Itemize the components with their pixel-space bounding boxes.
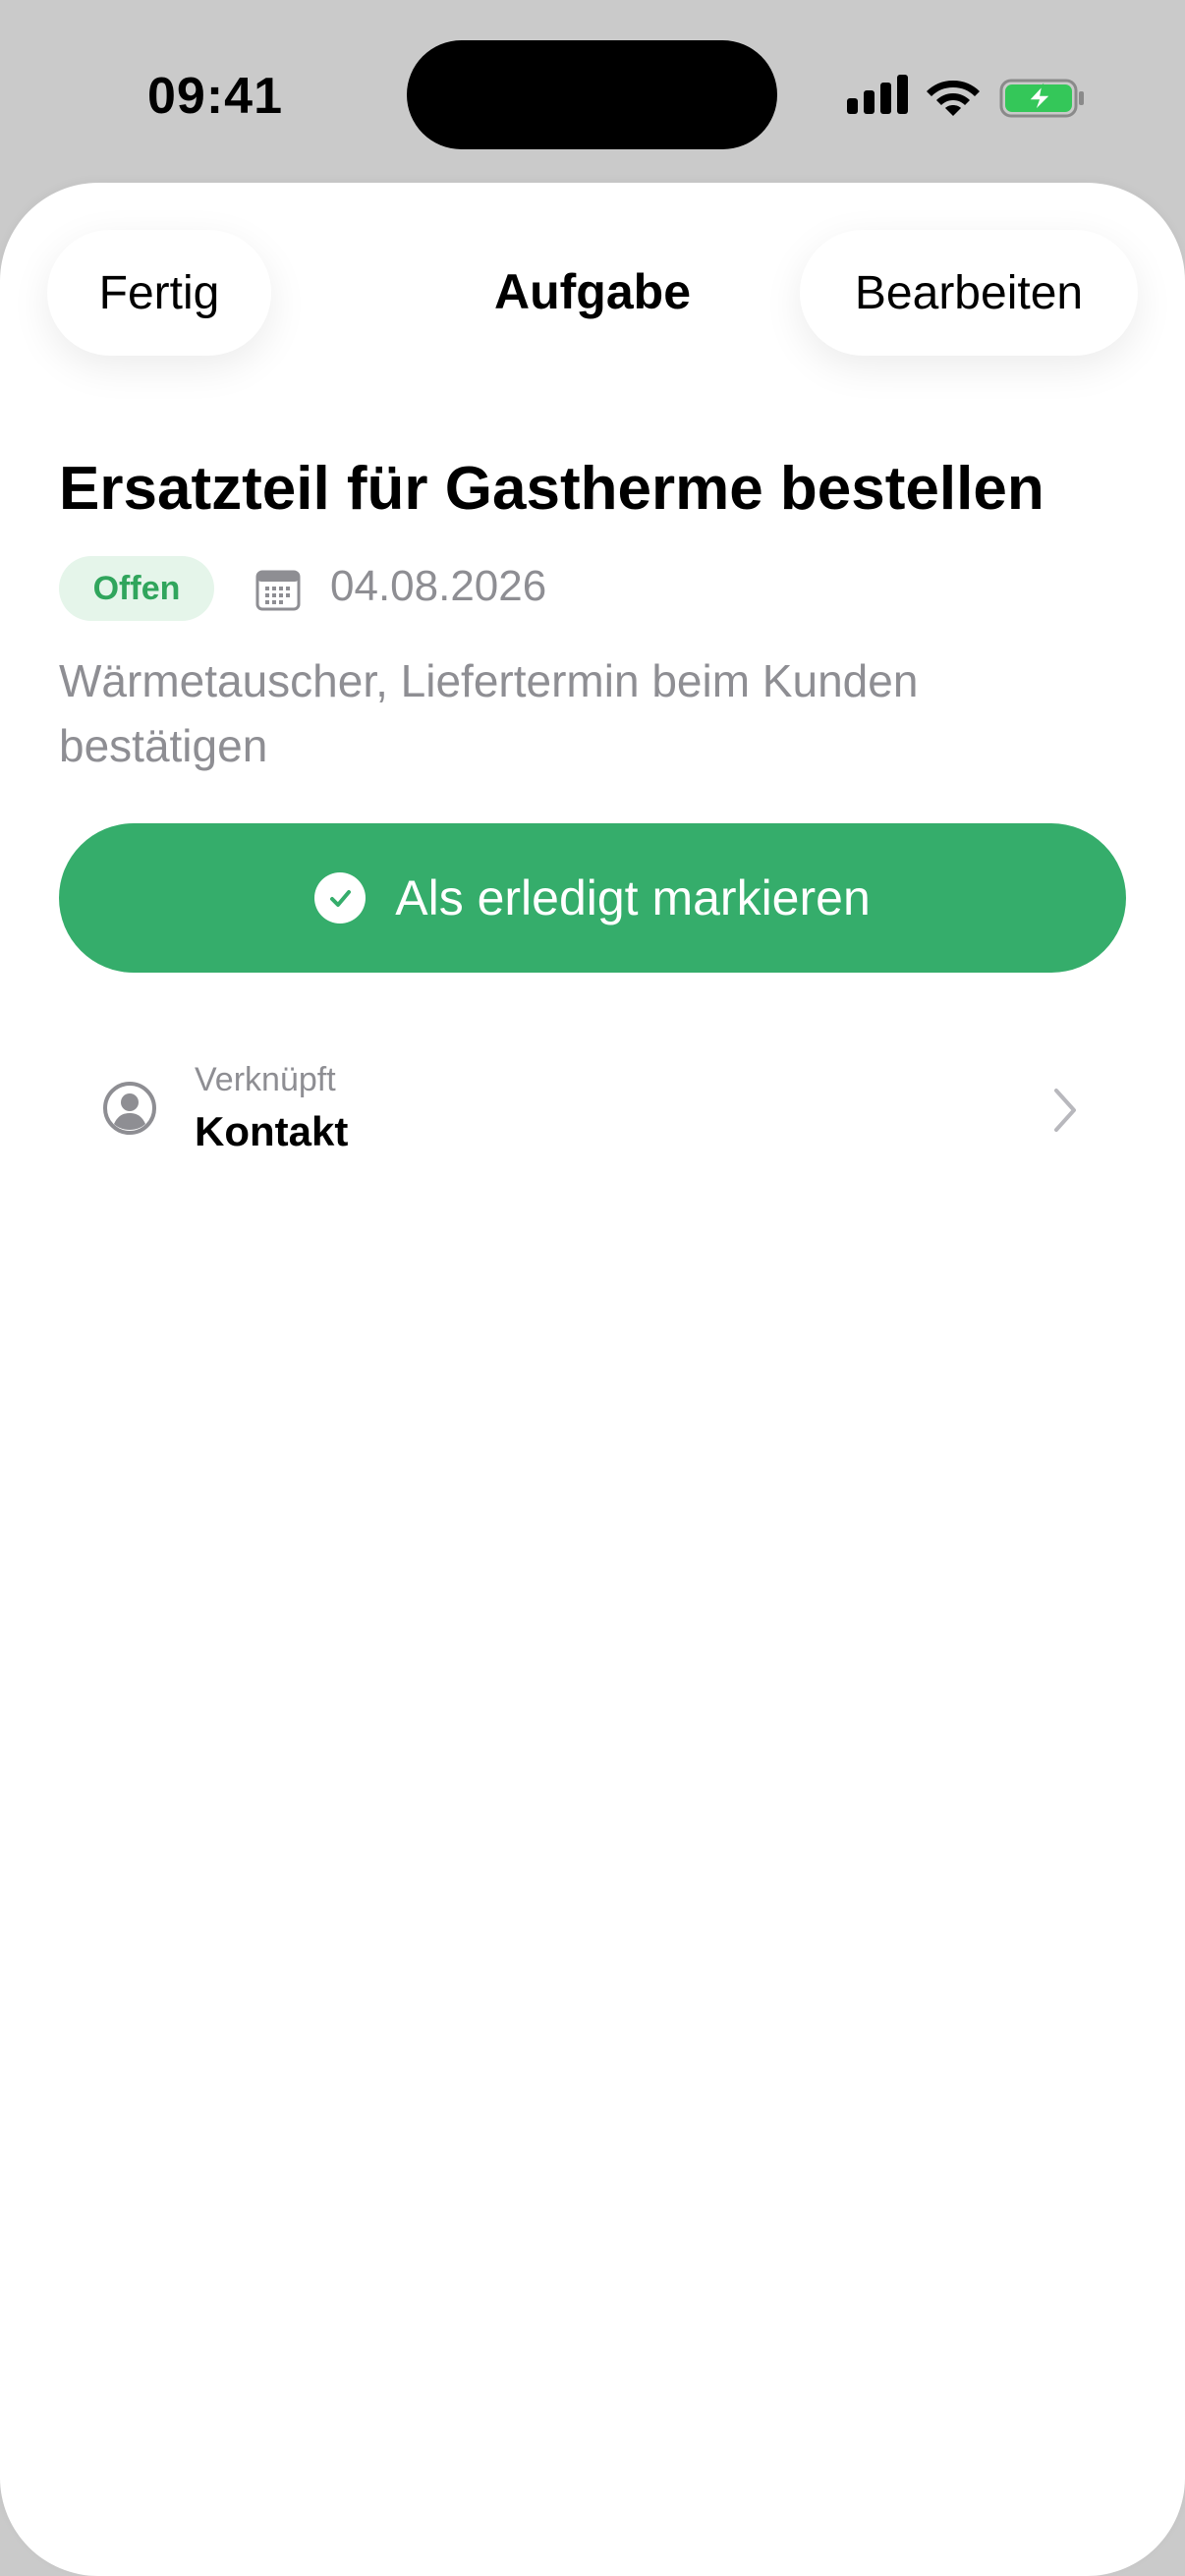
status-badge: Offen xyxy=(59,556,214,621)
mark-complete-label: Als erledigt markieren xyxy=(395,870,871,925)
linked-label: Verknüpft xyxy=(195,1061,336,1098)
status-bar: 09:41 xyxy=(0,0,1185,187)
chevron-right-icon xyxy=(1054,1089,1076,1132)
checkmark-circle-icon xyxy=(314,872,367,924)
mark-complete-button[interactable]: Als erledigt markieren xyxy=(59,823,1126,973)
wifi-icon xyxy=(927,81,980,116)
status-time: 09:41 xyxy=(147,68,283,125)
nav-title: Aufgabe xyxy=(494,264,691,319)
cellular-signal-icon xyxy=(847,71,908,120)
person-circle-icon xyxy=(103,1082,156,1135)
linked-value: Kontakt xyxy=(195,1108,349,1154)
battery-charging-icon xyxy=(999,79,1084,118)
linked-contact-row[interactable]: Verknüpft Kontakt xyxy=(59,1047,1126,1195)
edit-button[interactable]: Bearbeiten xyxy=(800,230,1138,356)
dynamic-island xyxy=(407,40,777,149)
task-title: Ersatzteil für Gastherme bestellen xyxy=(59,455,1044,523)
task-detail-sheet: Fertig Aufgabe Bearbeiten Ersatzteil für… xyxy=(0,183,1185,2576)
done-button[interactable]: Fertig xyxy=(47,230,271,356)
